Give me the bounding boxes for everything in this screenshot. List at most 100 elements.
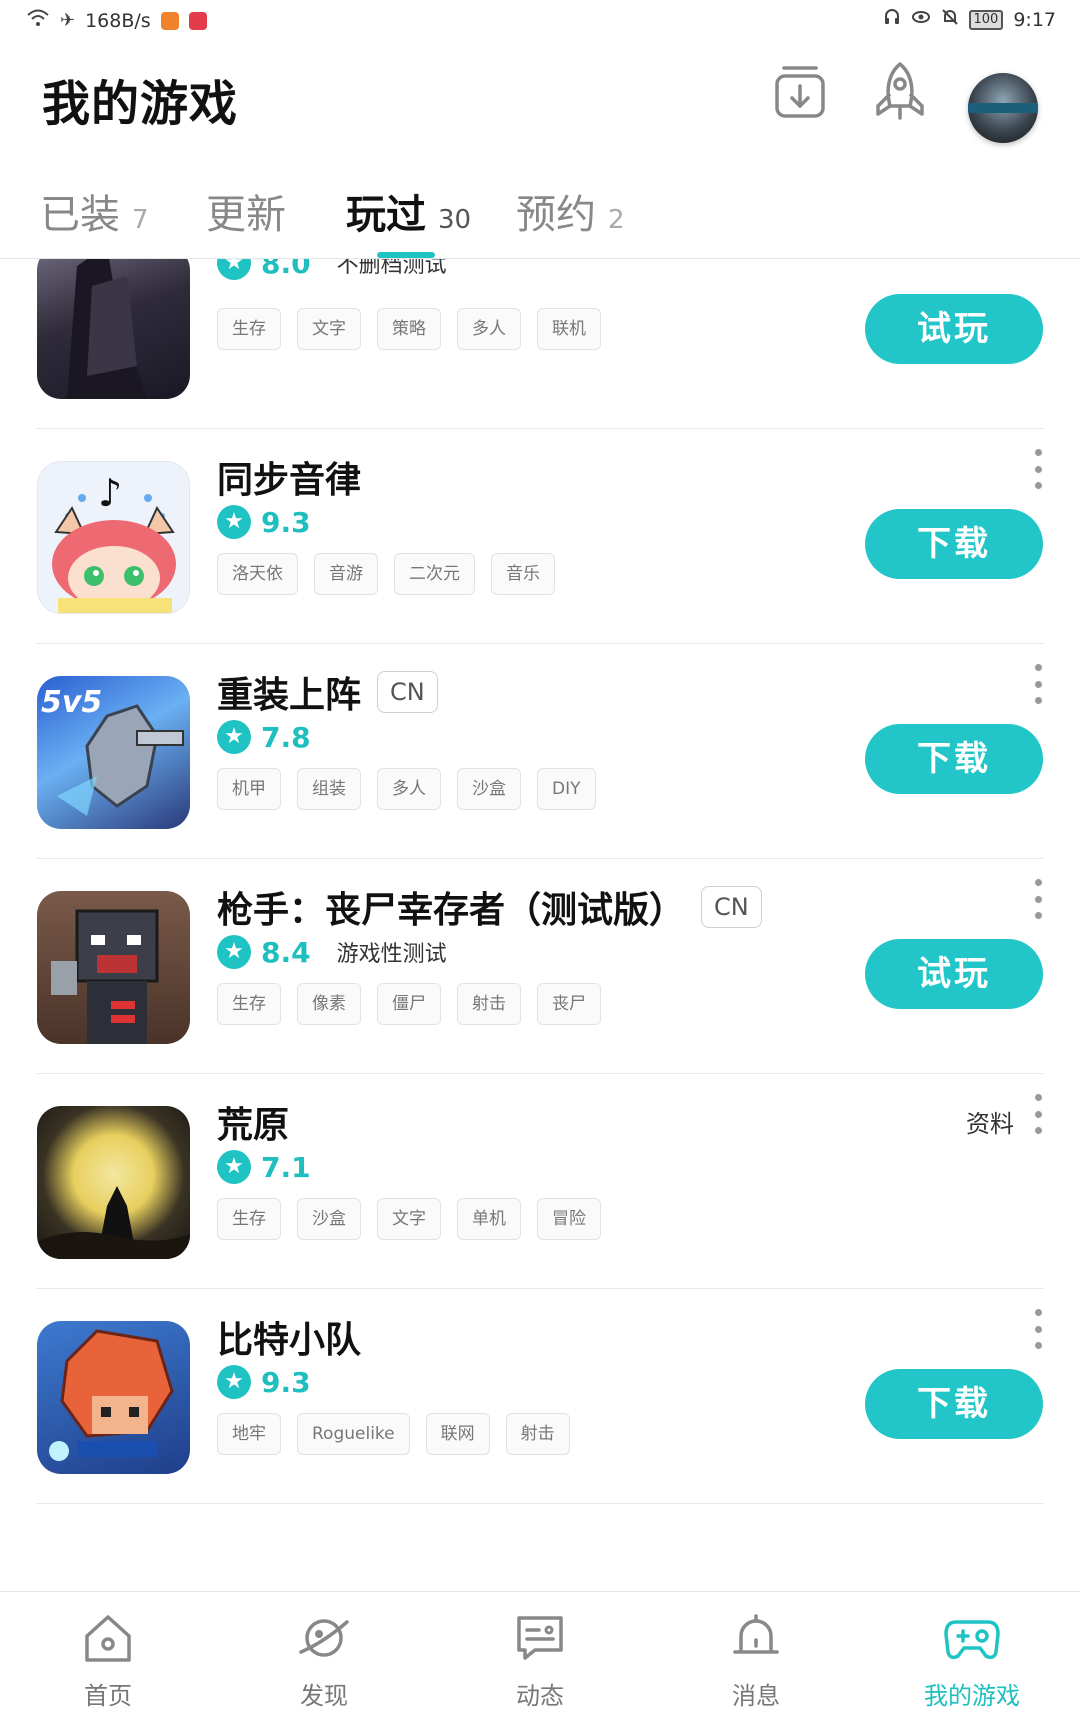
tab-label: 已装 [40,192,120,238]
tab-installed[interactable]: 已装 7 [40,182,149,240]
game-icon[interactable] [37,1106,190,1259]
tag[interactable]: 组装 [297,768,361,810]
download-button[interactable]: 下载 [865,1369,1043,1439]
home-icon [33,1612,183,1664]
tag-list: 洛天依 音游 二次元 音乐 [217,553,555,595]
game-icon[interactable] [37,259,190,399]
tag[interactable]: 沙盒 [297,1198,361,1240]
game-title-line: 枪手：丧尸幸存者（测试版） CN [217,881,762,933]
tab-count: 2 [608,205,625,235]
download-button[interactable]: 下载 [865,509,1043,579]
tag[interactable]: 二次元 [394,553,475,595]
nav-home[interactable]: 首页 [33,1612,183,1722]
game-row[interactable]: 5v5 重装上阵 CN ★ 7.8 机甲 组装 多人 沙盒 DIY 下载 [0,644,1080,859]
page-title: 我的游戏 [42,76,239,132]
try-play-button[interactable]: 试玩 [865,939,1043,1009]
nav-my-games[interactable]: 我的游戏 [897,1612,1047,1722]
info-link[interactable]: 资料 [966,1104,1014,1139]
nav-discover[interactable]: 发现 [249,1612,399,1722]
rating-score: 7.1 [261,1150,311,1184]
game-list[interactable]: ★ 8.0 不删档测试 生存 文字 策略 多人 联机 试玩 ♪ 同步音律 ★ 9… [0,259,1080,1591]
game-icon[interactable] [37,891,190,1044]
game-row[interactable]: 荒原 ★ 7.1 生存 沙盒 文字 单机 冒险 资料 [0,1074,1080,1289]
tag[interactable]: 联网 [425,1413,490,1455]
tag[interactable]: 像素 [297,983,361,1025]
svg-text:♪: ♪ [98,471,122,515]
game-row[interactable]: 比特小队 ★ 9.3 地牢 Roguelike 联网 射击 下载 [0,1289,1080,1504]
game-row[interactable]: 枪手：丧尸幸存者（测试版） CN ★ 8.4 游戏性测试 生存 像素 僵尸 射击… [0,859,1080,1074]
tag[interactable]: 冒险 [537,1198,601,1240]
nav-label: 首页 [84,1682,132,1710]
game-title-line: 荒原 [217,1096,289,1148]
nav-messages[interactable]: 消息 [681,1612,831,1722]
game-title[interactable]: 荒原 [217,1096,289,1148]
tag[interactable]: 地牢 [217,1413,281,1455]
tag[interactable]: 洛天依 [217,553,298,595]
download-manager-button[interactable] [768,62,832,126]
test-status: 不删档测试 [336,259,447,278]
more-options-button[interactable] [1028,1309,1048,1349]
star-icon: ★ [217,259,251,280]
tag[interactable]: 生存 [217,308,281,350]
tag[interactable]: 生存 [217,983,281,1025]
game-icon[interactable]: ♪ [37,461,190,614]
status-bar: ✈ 168B/s 100 9:17 [0,0,1080,44]
svg-text:5v5: 5v5 [41,685,102,720]
more-options-button[interactable] [1028,449,1048,489]
more-options-button[interactable] [1028,879,1048,919]
tag[interactable]: 音乐 [491,553,555,595]
star-icon: ★ [217,505,251,539]
game-icon[interactable] [37,1321,190,1474]
tag[interactable]: 僵尸 [377,983,441,1025]
tag-list: 生存 文字 策略 多人 联机 [217,308,601,350]
gamepad-icon [897,1612,1047,1664]
game-title[interactable]: 比特小队 [217,1311,361,1363]
nav-label: 我的游戏 [924,1682,1020,1710]
tag[interactable]: 音游 [314,553,378,595]
download-button[interactable]: 下载 [865,724,1043,794]
tag-list: 生存 沙盒 文字 单机 冒险 [217,1198,601,1240]
game-icon[interactable]: 5v5 [37,676,190,829]
region-badge: CN [377,671,438,713]
tag[interactable]: 射击 [505,1413,570,1455]
video-app-icon [160,11,179,30]
nav-feed[interactable]: 动态 [465,1612,615,1722]
tag[interactable]: 生存 [217,1198,281,1240]
net-speed: 168B/s [85,9,151,32]
tag[interactable]: Roguelike [297,1413,410,1455]
tag[interactable]: 多人 [377,768,441,810]
game-row[interactable]: ★ 8.0 不删档测试 生存 文字 策略 多人 联机 试玩 [0,259,1080,429]
tag[interactable]: 射击 [457,983,521,1025]
tag[interactable]: 沙盒 [457,768,521,810]
tag[interactable]: 文字 [297,308,361,350]
tag[interactable]: 联机 [537,308,601,350]
tag[interactable]: 策略 [377,308,441,350]
rating: ★ 9.3 [217,1365,311,1399]
tag[interactable]: 丧尸 [537,983,601,1025]
tag[interactable]: 多人 [457,308,521,350]
tag[interactable]: 机甲 [217,768,281,810]
game-title[interactable]: 同步音律 [217,451,361,503]
more-options-button[interactable] [1028,664,1048,704]
tab-updates[interactable]: 更新 [206,182,298,240]
more-options-button[interactable] [1028,1094,1048,1134]
game-row[interactable]: ♪ 同步音律 ★ 9.3 洛天依 音游 二次元 音乐 下载 [0,429,1080,644]
nav-label: 发现 [300,1682,348,1710]
tab-reserved[interactable]: 预约 2 [516,182,625,240]
battery-indicator: 100 [968,9,1004,30]
download-icon [772,62,828,126]
tag[interactable]: 文字 [377,1198,441,1240]
rating: ★ 8.4 游戏性测试 [217,935,447,969]
speedup-button[interactable] [868,62,932,126]
tag[interactable]: 单机 [457,1198,521,1240]
tab-played[interactable]: 玩过 30 [346,182,471,240]
try-play-button[interactable]: 试玩 [865,294,1043,364]
game-title[interactable]: 枪手：丧尸幸存者（测试版） [217,881,685,933]
avatar[interactable] [968,73,1038,143]
tag[interactable]: DIY [537,768,596,810]
star-icon: ★ [217,1365,251,1399]
tab-label: 玩过 [346,192,426,238]
rating: ★ 9.3 [217,505,311,539]
game-title[interactable]: 重装上阵 [217,666,361,718]
divider [36,1503,1044,1504]
